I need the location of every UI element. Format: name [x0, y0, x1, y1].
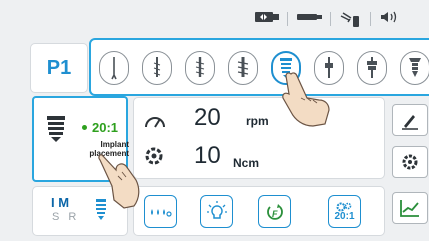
- status-bar: [0, 0, 429, 36]
- gears-icon: [336, 202, 352, 211]
- drill-step-4-button[interactable]: [228, 51, 258, 85]
- implant-icon: [47, 116, 65, 142]
- mode-bottom-label: S R: [52, 211, 80, 223]
- drill-step-2-icon: [153, 57, 161, 77]
- handpiece-icon: [295, 10, 323, 24]
- svg-text:F: F: [272, 209, 278, 219]
- program-label: P1: [46, 56, 72, 79]
- drill-step-2-button[interactable]: [142, 51, 172, 85]
- drill-step-1-button[interactable]: [99, 51, 129, 85]
- pump-icon: [339, 10, 363, 28]
- rotation-direction-button[interactable]: F: [258, 195, 291, 228]
- irrigation-button[interactable]: [144, 195, 177, 228]
- pointing-hand-icon-2: [98, 154, 140, 209]
- light-button[interactable]: [200, 195, 233, 228]
- drill-step-4-icon: [237, 57, 249, 77]
- drill-step-7-icon: [367, 57, 377, 78]
- drill-step-1-icon: [111, 57, 117, 80]
- speed-value[interactable]: 20: [194, 104, 221, 132]
- settings-button[interactable]: [392, 146, 428, 178]
- irrigation-drops-icon: [150, 208, 172, 217]
- pencil-icon: [402, 115, 418, 130]
- drill-step-3-icon: [195, 57, 205, 77]
- gear-icon: [402, 154, 418, 170]
- speed-unit: rpm: [246, 114, 269, 128]
- program-selector[interactable]: P1: [30, 43, 88, 93]
- drill-step-3-button[interactable]: [185, 51, 215, 85]
- mode-top-label: I M: [51, 195, 70, 210]
- gear-ratio-button[interactable]: 20:1: [328, 195, 361, 228]
- lightbulb-icon: [206, 200, 227, 219]
- ratio-label: 20:1: [92, 120, 119, 135]
- status-dot: [82, 125, 87, 130]
- graph-icon: [400, 200, 419, 217]
- function-bar: F 20:1: [133, 186, 385, 236]
- forward-rotation-icon: F: [266, 203, 283, 220]
- parameters-panel: 20 rpm 10 Ncm: [133, 97, 385, 179]
- pointing-hand-icon: [282, 72, 330, 127]
- drill-step-8-button[interactable]: [400, 51, 429, 85]
- speed-gauge-icon: [145, 117, 165, 128]
- torque-value[interactable]: 10: [194, 142, 221, 170]
- drill-step-7-button[interactable]: [357, 51, 387, 85]
- gear-ratio-label: 20:1: [334, 210, 355, 222]
- drill-step-8-icon: [409, 58, 421, 77]
- sound-icon: [380, 10, 398, 24]
- edit-button[interactable]: [392, 104, 428, 136]
- graph-button[interactable]: [392, 192, 428, 224]
- torque-unit: Ncm: [233, 156, 260, 170]
- step-selector: [89, 38, 429, 96]
- motor-icon: [254, 10, 280, 24]
